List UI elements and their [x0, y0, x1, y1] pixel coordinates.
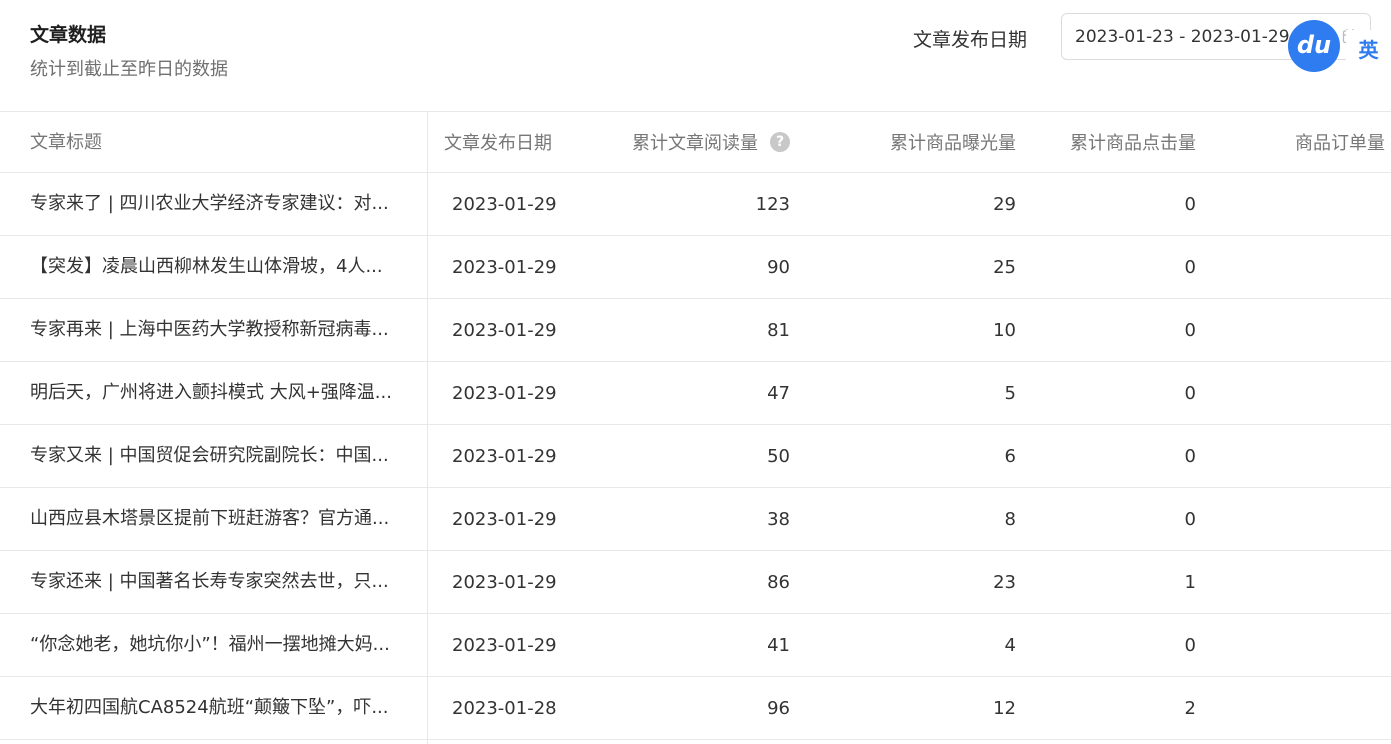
table-row[interactable]: 【突发】凌晨山西柳林发生山体滑坡，4人... 2023-01-29 90 25 0: [0, 236, 1391, 299]
cell-exposure: 23: [993, 571, 1016, 593]
column-header-clicks[interactable]: 累计商品点击量: [1000, 112, 1196, 172]
cell-clicks: 0: [1184, 382, 1196, 404]
cell-exposure: 4: [1004, 634, 1016, 656]
cell-reads: 96: [767, 697, 790, 719]
cell-exposure: 25: [993, 256, 1016, 278]
cell-publish-date: 2023-01-29: [452, 445, 557, 467]
cell-article-title[interactable]: 大年初四国航CA8524航班“颠簸下坠”，吓...: [30, 677, 415, 739]
cell-clicks: 0: [1184, 319, 1196, 341]
cell-publish-date: 2023-01-29: [452, 571, 557, 593]
cell-reads: 86: [767, 571, 790, 593]
cell-publish-date: 2023-01-28: [452, 697, 557, 719]
cell-article-title[interactable]: 明后天，广州将进入颤抖模式 大风+强降温...: [30, 362, 415, 424]
cell-exposure: 29: [993, 193, 1016, 215]
date-range-value: 2023-01-23 - 2023-01-29: [1075, 27, 1290, 47]
cell-reads: 81: [767, 319, 790, 341]
page-title: 文章数据: [30, 24, 107, 46]
cell-publish-date: 2023-01-29: [452, 256, 557, 278]
cell-publish-date: 2023-01-29: [452, 634, 557, 656]
table-header-row: 文章标题 文章发布日期 累计文章阅读量 ? 累计商品曝光量 累计商品点击量 商品…: [0, 112, 1391, 173]
du-ime-icon[interactable]: du: [1288, 20, 1340, 72]
table-row[interactable]: 专家还来 | 中国著名长寿专家突然去世，只... 2023-01-29 86 23 1: [0, 551, 1391, 614]
cell-article-title[interactable]: 【突发】凌晨山西柳林发生山体滑坡，4人...: [30, 236, 415, 298]
publish-date-label: 文章发布日期: [913, 29, 1028, 51]
cell-clicks: 2: [1184, 697, 1196, 719]
cell-article-title[interactable]: 山西应县木塔景区提前下班赶游客？官方通...: [30, 488, 415, 550]
column-header-title: 文章标题: [30, 132, 102, 153]
cell-clicks: 1: [1184, 571, 1196, 593]
help-icon[interactable]: ?: [770, 132, 790, 152]
cell-article-title[interactable]: 专家还来 | 中国著名长寿专家突然去世，只...: [30, 551, 415, 613]
column-header-date[interactable]: 文章发布日期: [444, 112, 584, 172]
table-row[interactable]: 专家再来 | 上海中医药大学教授称新冠病毒... 2023-01-29 81 10 0: [0, 299, 1391, 362]
cell-reads: 38: [767, 508, 790, 530]
cell-article-title[interactable]: 专家又来 | 中国贸促会研究院副院长：中国...: [30, 425, 415, 487]
table-row[interactable]: 明后天，广州将进入颤抖模式 大风+强降温... 2023-01-29 47 5 0: [0, 362, 1391, 425]
table-row[interactable]: “你念她老，她坑你小”！福州一摆地摊大妈... 2023-01-29 41 4 0: [0, 614, 1391, 677]
cell-clicks: 0: [1184, 634, 1196, 656]
column-header-reads-label: 累计文章阅读量: [632, 133, 758, 154]
table-row[interactable]: 山西应县木塔景区提前下班赶游客？官方通... 2023-01-29 38 8 0: [0, 488, 1391, 551]
cell-reads: 123: [755, 193, 790, 215]
cell-publish-date: 2023-01-29: [452, 319, 557, 341]
column-header-exposure[interactable]: 累计商品曝光量: [820, 112, 1016, 172]
cell-article-title[interactable]: 专家再来 | 上海中医药大学教授称新冠病毒...: [30, 299, 415, 361]
cell-publish-date: 2023-01-29: [452, 382, 557, 404]
cell-exposure: 10: [993, 319, 1016, 341]
cell-reads: 50: [767, 445, 790, 467]
cell-exposure: 5: [1004, 382, 1016, 404]
cell-exposure: 8: [1004, 508, 1016, 530]
column-header-orders[interactable]: 商品订单量: [1200, 112, 1385, 172]
cell-publish-date: 2023-01-29: [452, 508, 557, 530]
article-data-table: 文章标题 文章发布日期 累计文章阅读量 ? 累计商品曝光量 累计商品点击量 商品…: [0, 111, 1391, 744]
table-row[interactable]: 大年初四国航CA8524航班“颠簸下坠”，吓... 2023-01-28 96 12 2: [0, 677, 1391, 740]
cell-publish-date: 2023-01-29: [452, 193, 557, 215]
cell-article-title[interactable]: 专家来了 | 四川农业大学经济专家建议：对...: [30, 173, 415, 235]
page-subtitle: 统计到截止至昨日的数据: [30, 59, 228, 80]
cell-exposure: 6: [1004, 445, 1016, 467]
cell-article-title[interactable]: “你念她老，她坑你小”！福州一摆地摊大妈...: [30, 614, 415, 676]
cell-clicks: 0: [1184, 193, 1196, 215]
page-header: 文章数据 统计到截止至昨日的数据 文章发布日期 2023-01-23 - 202…: [0, 0, 1391, 111]
cell-clicks: 0: [1184, 508, 1196, 530]
cell-exposure: 12: [993, 697, 1016, 719]
ime-mode-indicator[interactable]: 英: [1346, 30, 1391, 70]
cell-clicks: 0: [1184, 256, 1196, 278]
table-row[interactable]: 专家又来 | 中国贸促会研究院副院长：中国... 2023-01-29 50 6 0: [0, 425, 1391, 488]
cell-reads: 47: [767, 382, 790, 404]
column-header-reads[interactable]: 累计文章阅读量 ?: [590, 112, 790, 172]
table-row[interactable]: 专家来了 | 四川农业大学经济专家建议：对... 2023-01-29 123 29 0: [0, 173, 1391, 236]
cell-reads: 90: [767, 256, 790, 278]
cell-clicks: 0: [1184, 445, 1196, 467]
cell-reads: 41: [767, 634, 790, 656]
